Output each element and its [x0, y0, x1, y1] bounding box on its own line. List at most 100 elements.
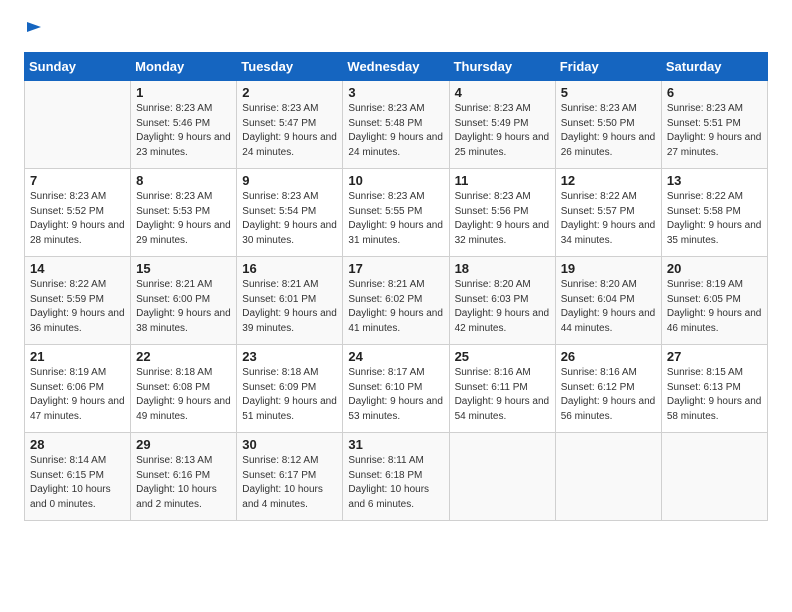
calendar-cell: 6 Sunrise: 8:23 AMSunset: 5:51 PMDayligh…	[661, 81, 767, 169]
day-info: Sunrise: 8:18 AMSunset: 6:08 PMDaylight:…	[136, 367, 231, 422]
calendar-cell: 2 Sunrise: 8:23 AMSunset: 5:47 PMDayligh…	[237, 81, 343, 169]
calendar-cell: 1 Sunrise: 8:23 AMSunset: 5:46 PMDayligh…	[131, 81, 237, 169]
day-number: 11	[455, 173, 550, 188]
day-number: 16	[242, 261, 337, 276]
calendar-cell: 16 Sunrise: 8:21 AMSunset: 6:01 PMDaylig…	[237, 257, 343, 345]
day-info: Sunrise: 8:15 AMSunset: 6:13 PMDaylight:…	[667, 367, 762, 422]
calendar-cell: 20 Sunrise: 8:19 AMSunset: 6:05 PMDaylig…	[661, 257, 767, 345]
weekday-header-tuesday: Tuesday	[237, 53, 343, 81]
calendar-cell: 11 Sunrise: 8:23 AMSunset: 5:56 PMDaylig…	[449, 169, 555, 257]
calendar-cell: 28 Sunrise: 8:14 AMSunset: 6:15 PMDaylig…	[25, 433, 131, 521]
day-number: 1	[136, 85, 231, 100]
day-info: Sunrise: 8:11 AMSunset: 6:18 PMDaylight:…	[348, 455, 429, 510]
calendar-cell	[449, 433, 555, 521]
calendar-cell: 13 Sunrise: 8:22 AMSunset: 5:58 PMDaylig…	[661, 169, 767, 257]
calendar-cell: 9 Sunrise: 8:23 AMSunset: 5:54 PMDayligh…	[237, 169, 343, 257]
day-info: Sunrise: 8:22 AMSunset: 5:58 PMDaylight:…	[667, 191, 762, 246]
day-info: Sunrise: 8:23 AMSunset: 5:51 PMDaylight:…	[667, 103, 762, 158]
day-number: 27	[667, 349, 762, 364]
day-info: Sunrise: 8:19 AMSunset: 6:05 PMDaylight:…	[667, 279, 762, 334]
weekday-header-wednesday: Wednesday	[343, 53, 449, 81]
calendar-cell: 26 Sunrise: 8:16 AMSunset: 6:12 PMDaylig…	[555, 345, 661, 433]
calendar-cell: 10 Sunrise: 8:23 AMSunset: 5:55 PMDaylig…	[343, 169, 449, 257]
day-info: Sunrise: 8:16 AMSunset: 6:11 PMDaylight:…	[455, 367, 550, 422]
calendar-cell: 15 Sunrise: 8:21 AMSunset: 6:00 PMDaylig…	[131, 257, 237, 345]
day-number: 5	[561, 85, 656, 100]
day-number: 4	[455, 85, 550, 100]
day-info: Sunrise: 8:21 AMSunset: 6:01 PMDaylight:…	[242, 279, 337, 334]
day-info: Sunrise: 8:14 AMSunset: 6:15 PMDaylight:…	[30, 455, 111, 510]
day-info: Sunrise: 8:23 AMSunset: 5:47 PMDaylight:…	[242, 103, 337, 158]
day-number: 8	[136, 173, 231, 188]
day-number: 6	[667, 85, 762, 100]
day-number: 26	[561, 349, 656, 364]
day-number: 22	[136, 349, 231, 364]
day-info: Sunrise: 8:18 AMSunset: 6:09 PMDaylight:…	[242, 367, 337, 422]
calendar-cell: 4 Sunrise: 8:23 AMSunset: 5:49 PMDayligh…	[449, 81, 555, 169]
weekday-header-sunday: Sunday	[25, 53, 131, 81]
calendar-cell: 7 Sunrise: 8:23 AMSunset: 5:52 PMDayligh…	[25, 169, 131, 257]
day-number: 18	[455, 261, 550, 276]
calendar-cell: 17 Sunrise: 8:21 AMSunset: 6:02 PMDaylig…	[343, 257, 449, 345]
calendar-cell: 8 Sunrise: 8:23 AMSunset: 5:53 PMDayligh…	[131, 169, 237, 257]
day-info: Sunrise: 8:23 AMSunset: 5:53 PMDaylight:…	[136, 191, 231, 246]
day-number: 3	[348, 85, 443, 100]
calendar-week-row: 7 Sunrise: 8:23 AMSunset: 5:52 PMDayligh…	[25, 169, 768, 257]
calendar-week-row: 28 Sunrise: 8:14 AMSunset: 6:15 PMDaylig…	[25, 433, 768, 521]
logo-flag-icon	[25, 20, 43, 38]
day-info: Sunrise: 8:17 AMSunset: 6:10 PMDaylight:…	[348, 367, 443, 422]
calendar-week-row: 1 Sunrise: 8:23 AMSunset: 5:46 PMDayligh…	[25, 81, 768, 169]
calendar-cell: 21 Sunrise: 8:19 AMSunset: 6:06 PMDaylig…	[25, 345, 131, 433]
calendar-cell: 27 Sunrise: 8:15 AMSunset: 6:13 PMDaylig…	[661, 345, 767, 433]
day-info: Sunrise: 8:20 AMSunset: 6:03 PMDaylight:…	[455, 279, 550, 334]
calendar-cell: 25 Sunrise: 8:16 AMSunset: 6:11 PMDaylig…	[449, 345, 555, 433]
weekday-header-monday: Monday	[131, 53, 237, 81]
day-number: 12	[561, 173, 656, 188]
day-number: 31	[348, 437, 443, 452]
day-number: 20	[667, 261, 762, 276]
day-info: Sunrise: 8:23 AMSunset: 5:54 PMDaylight:…	[242, 191, 337, 246]
calendar-cell	[25, 81, 131, 169]
day-info: Sunrise: 8:20 AMSunset: 6:04 PMDaylight:…	[561, 279, 656, 334]
day-number: 14	[30, 261, 125, 276]
day-info: Sunrise: 8:23 AMSunset: 5:46 PMDaylight:…	[136, 103, 231, 158]
day-info: Sunrise: 8:23 AMSunset: 5:52 PMDaylight:…	[30, 191, 125, 246]
logo	[24, 20, 44, 38]
calendar-cell: 14 Sunrise: 8:22 AMSunset: 5:59 PMDaylig…	[25, 257, 131, 345]
day-info: Sunrise: 8:21 AMSunset: 6:02 PMDaylight:…	[348, 279, 443, 334]
calendar-cell: 30 Sunrise: 8:12 AMSunset: 6:17 PMDaylig…	[237, 433, 343, 521]
calendar-cell: 23 Sunrise: 8:18 AMSunset: 6:09 PMDaylig…	[237, 345, 343, 433]
calendar-cell: 22 Sunrise: 8:18 AMSunset: 6:08 PMDaylig…	[131, 345, 237, 433]
day-number: 2	[242, 85, 337, 100]
calendar-cell	[661, 433, 767, 521]
day-number: 23	[242, 349, 337, 364]
day-number: 25	[455, 349, 550, 364]
weekday-header-thursday: Thursday	[449, 53, 555, 81]
day-info: Sunrise: 8:19 AMSunset: 6:06 PMDaylight:…	[30, 367, 125, 422]
day-number: 21	[30, 349, 125, 364]
calendar-cell: 31 Sunrise: 8:11 AMSunset: 6:18 PMDaylig…	[343, 433, 449, 521]
day-number: 24	[348, 349, 443, 364]
weekday-header-friday: Friday	[555, 53, 661, 81]
day-info: Sunrise: 8:23 AMSunset: 5:49 PMDaylight:…	[455, 103, 550, 158]
day-number: 17	[348, 261, 443, 276]
calendar-cell: 5 Sunrise: 8:23 AMSunset: 5:50 PMDayligh…	[555, 81, 661, 169]
day-number: 7	[30, 173, 125, 188]
page: SundayMondayTuesdayWednesdayThursdayFrid…	[0, 0, 792, 612]
calendar-table: SundayMondayTuesdayWednesdayThursdayFrid…	[24, 52, 768, 521]
day-number: 13	[667, 173, 762, 188]
day-info: Sunrise: 8:22 AMSunset: 5:59 PMDaylight:…	[30, 279, 125, 334]
calendar-week-row: 21 Sunrise: 8:19 AMSunset: 6:06 PMDaylig…	[25, 345, 768, 433]
day-number: 28	[30, 437, 125, 452]
calendar-cell: 29 Sunrise: 8:13 AMSunset: 6:16 PMDaylig…	[131, 433, 237, 521]
day-info: Sunrise: 8:12 AMSunset: 6:17 PMDaylight:…	[242, 455, 323, 510]
day-info: Sunrise: 8:23 AMSunset: 5:55 PMDaylight:…	[348, 191, 443, 246]
day-number: 30	[242, 437, 337, 452]
calendar-week-row: 14 Sunrise: 8:22 AMSunset: 5:59 PMDaylig…	[25, 257, 768, 345]
calendar-cell: 18 Sunrise: 8:20 AMSunset: 6:03 PMDaylig…	[449, 257, 555, 345]
day-info: Sunrise: 8:21 AMSunset: 6:00 PMDaylight:…	[136, 279, 231, 334]
day-info: Sunrise: 8:13 AMSunset: 6:16 PMDaylight:…	[136, 455, 217, 510]
day-info: Sunrise: 8:23 AMSunset: 5:48 PMDaylight:…	[348, 103, 443, 158]
day-info: Sunrise: 8:16 AMSunset: 6:12 PMDaylight:…	[561, 367, 656, 422]
day-number: 19	[561, 261, 656, 276]
